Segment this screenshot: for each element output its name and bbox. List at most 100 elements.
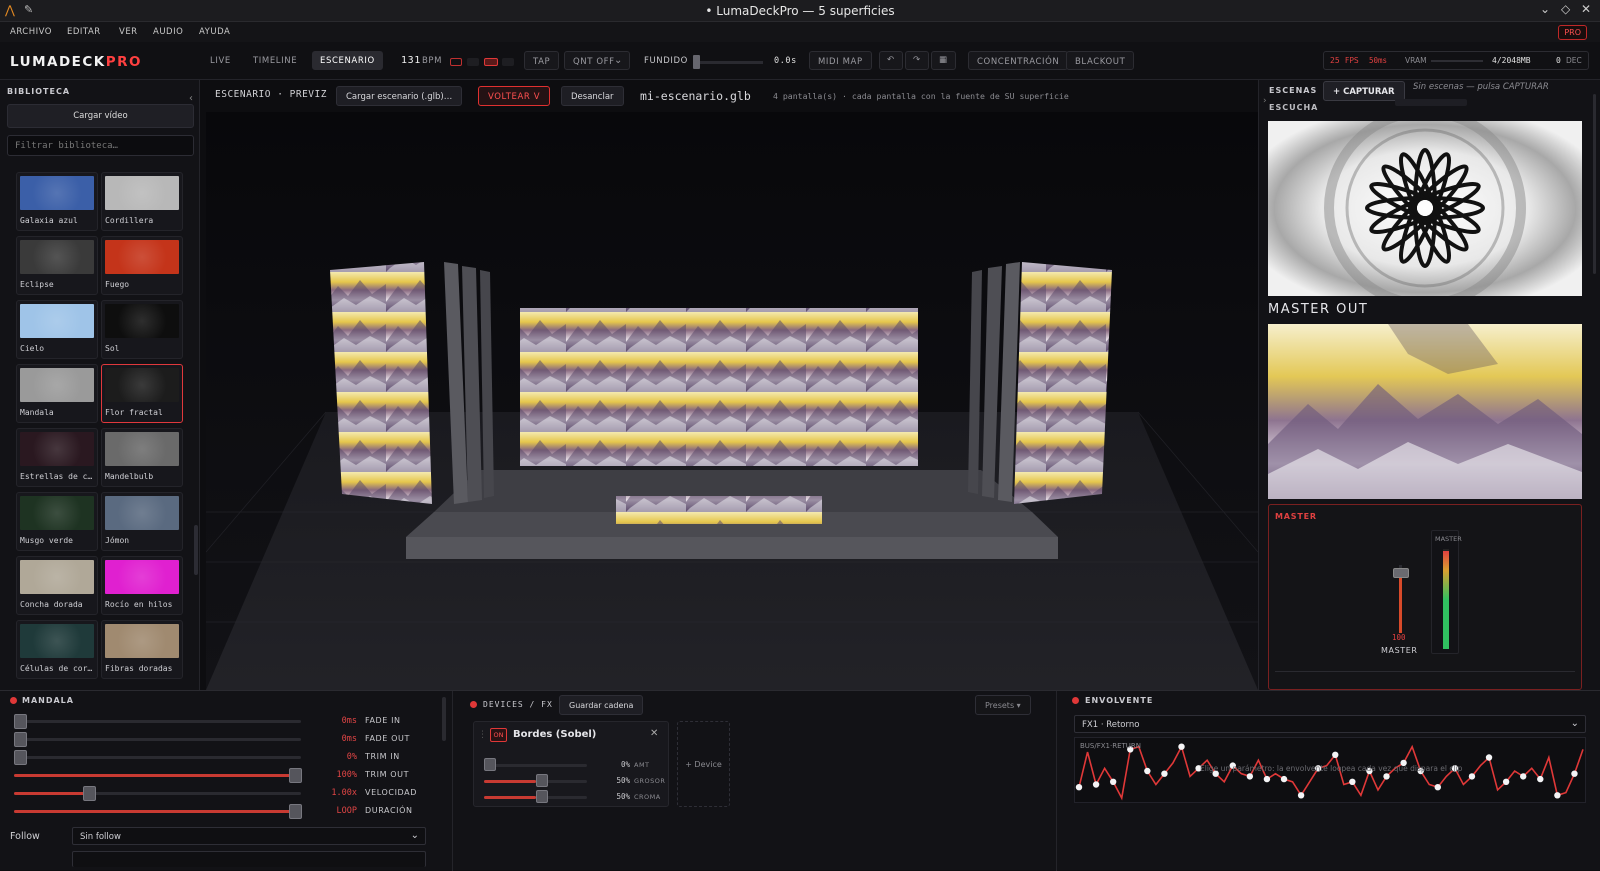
load-scene-button[interactable]: Cargar escenario (.glb)…: [336, 86, 463, 106]
envelope-point[interactable]: [1349, 778, 1356, 785]
tap-button[interactable]: TAP: [524, 51, 560, 70]
save-chain-button[interactable]: Guardar cadena: [559, 695, 644, 715]
envelope-point[interactable]: [1520, 773, 1527, 780]
library-item[interactable]: Sol: [101, 300, 183, 359]
envelope-point[interactable]: [1332, 751, 1339, 758]
listen-preview[interactable]: [1268, 121, 1582, 296]
device-param-slider[interactable]: [484, 764, 587, 767]
unpin-button[interactable]: Desanclar: [561, 86, 624, 106]
library-item[interactable]: Mandelbulb: [101, 428, 183, 487]
clip-param-knob[interactable]: [13, 750, 27, 765]
master-fader-knob[interactable]: [1393, 568, 1409, 579]
library-item[interactable]: Células de cor…: [16, 620, 98, 679]
menu-archivo[interactable]: ARCHIVO: [10, 27, 52, 37]
tab-timeline[interactable]: TIMELINE: [245, 51, 305, 70]
library-item[interactable]: Estrellas de c…: [16, 428, 98, 487]
menu-ver[interactable]: VER: [119, 27, 138, 37]
envelope-point[interactable]: [1537, 775, 1544, 783]
close-icon[interactable]: ✕: [1581, 2, 1591, 16]
envelope-point[interactable]: [1502, 778, 1510, 785]
master-out-preview[interactable]: [1268, 324, 1582, 499]
flip-v-button[interactable]: VOLTEAR V: [478, 86, 551, 106]
collapse-icon[interactable]: ‹: [189, 93, 193, 104]
follow-select[interactable]: Sin follow ⌄: [72, 827, 426, 845]
redo-icon[interactable]: ↷: [905, 51, 929, 70]
menu-audio[interactable]: AUDIO: [153, 27, 183, 37]
stage-screen-right[interactable]: [1014, 262, 1112, 504]
envelope-point[interactable]: [1178, 743, 1185, 750]
library-item[interactable]: Eclipse: [16, 236, 98, 295]
library-item[interactable]: Concha dorada: [16, 556, 98, 615]
menu-editar[interactable]: EDITAR: [67, 27, 101, 37]
library-item[interactable]: Jómon: [101, 492, 183, 551]
clip-param-knob[interactable]: [13, 732, 27, 747]
envelope-point[interactable]: [1571, 770, 1578, 777]
envelope-point[interactable]: [1554, 792, 1561, 799]
fundido-slider[interactable]: [693, 61, 763, 64]
menu-ayuda[interactable]: AYUDA: [199, 27, 230, 37]
concentracion-button[interactable]: CONCENTRACIÓN: [968, 51, 1069, 70]
fundido-knob[interactable]: [693, 55, 700, 69]
load-video-button[interactable]: Cargar vídeo: [7, 104, 194, 128]
envelope-point[interactable]: [1075, 784, 1083, 791]
library-item[interactable]: Rocío en hilos: [101, 556, 183, 615]
library-item[interactable]: Galaxia azul: [16, 172, 98, 231]
envelope-point[interactable]: [1434, 784, 1441, 791]
library-filter-input[interactable]: Filtrar biblioteca…: [7, 135, 194, 156]
stage-screen-center[interactable]: [520, 308, 918, 466]
envelope-point[interactable]: [1383, 773, 1390, 780]
envelope-point[interactable]: [1468, 773, 1476, 780]
envelope-target-select[interactable]: FX1 · Retorno ⌄: [1074, 715, 1586, 733]
library-item[interactable]: Cordillera: [101, 172, 183, 231]
undo-icon[interactable]: ↶: [879, 51, 903, 70]
envelope-point[interactable]: [1161, 770, 1168, 777]
envelope-point[interactable]: [1144, 767, 1151, 775]
envelope-point[interactable]: [1297, 792, 1305, 799]
clip-param-knob[interactable]: [13, 714, 27, 729]
clip-param-slider[interactable]: [14, 792, 301, 795]
clip-param-slider[interactable]: [14, 810, 301, 813]
device-param-knob[interactable]: [484, 758, 496, 771]
clip-param-slider[interactable]: [14, 756, 301, 759]
blackout-button[interactable]: BLACKOUT: [1066, 51, 1135, 70]
library-scrollbar[interactable]: [194, 525, 198, 575]
quantize-select[interactable]: QNT OFF ⌄: [564, 51, 630, 70]
envelope-point[interactable]: [1263, 775, 1271, 783]
envelope-editor[interactable]: BUS/FX1·RETURN Elige un parámetro: la en…: [1074, 737, 1586, 803]
add-device-button[interactable]: + Device: [677, 721, 730, 807]
tab-escenario[interactable]: ESCENARIO: [312, 51, 383, 70]
envelope-point[interactable]: [1092, 781, 1100, 788]
drag-handle-icon[interactable]: ⋮: [478, 730, 487, 740]
clip-param-slider[interactable]: [14, 738, 301, 741]
device-on-toggle[interactable]: ON: [490, 728, 507, 742]
clip-scrollbar[interactable]: [442, 697, 446, 741]
stage-screen-floor[interactable]: [616, 496, 822, 524]
device-param-knob[interactable]: [535, 774, 548, 787]
library-item[interactable]: Fibras doradas: [101, 620, 183, 679]
clip-param-slider[interactable]: [14, 774, 301, 777]
stage-viewport[interactable]: [206, 112, 1258, 690]
clip-param-knob[interactable]: [82, 786, 96, 801]
envelope-point[interactable]: [1280, 775, 1288, 783]
library-item[interactable]: Mandala: [16, 364, 98, 423]
library-item[interactable]: Flor fractal: [101, 364, 183, 423]
follow-extra-select[interactable]: [72, 851, 426, 867]
library-item[interactable]: Musgo verde: [16, 492, 98, 551]
stage-screen-left[interactable]: [330, 262, 432, 504]
maximize-icon[interactable]: ◇: [1561, 2, 1570, 16]
right-scrollbar[interactable]: [1593, 94, 1596, 274]
library-item[interactable]: Fuego: [101, 236, 183, 295]
envelope-point[interactable]: [1109, 778, 1117, 785]
midi-map-button[interactable]: MIDI MAP: [809, 51, 872, 70]
envelope-point[interactable]: [1246, 773, 1254, 780]
presets-button[interactable]: Presets ▾: [975, 695, 1031, 715]
capture-scene-button[interactable]: + CAPTURAR: [1323, 81, 1405, 101]
clip-param-slider[interactable]: [14, 720, 301, 723]
library-item[interactable]: Cielo: [16, 300, 98, 359]
tab-live[interactable]: LIVE: [202, 51, 239, 70]
remove-device-icon[interactable]: ✕: [650, 728, 658, 739]
expand-icon[interactable]: ›: [1263, 96, 1267, 106]
device-param-knob[interactable]: [535, 790, 548, 803]
envelope-point[interactable]: [1485, 754, 1493, 761]
grid-icon[interactable]: ▦: [931, 51, 956, 70]
